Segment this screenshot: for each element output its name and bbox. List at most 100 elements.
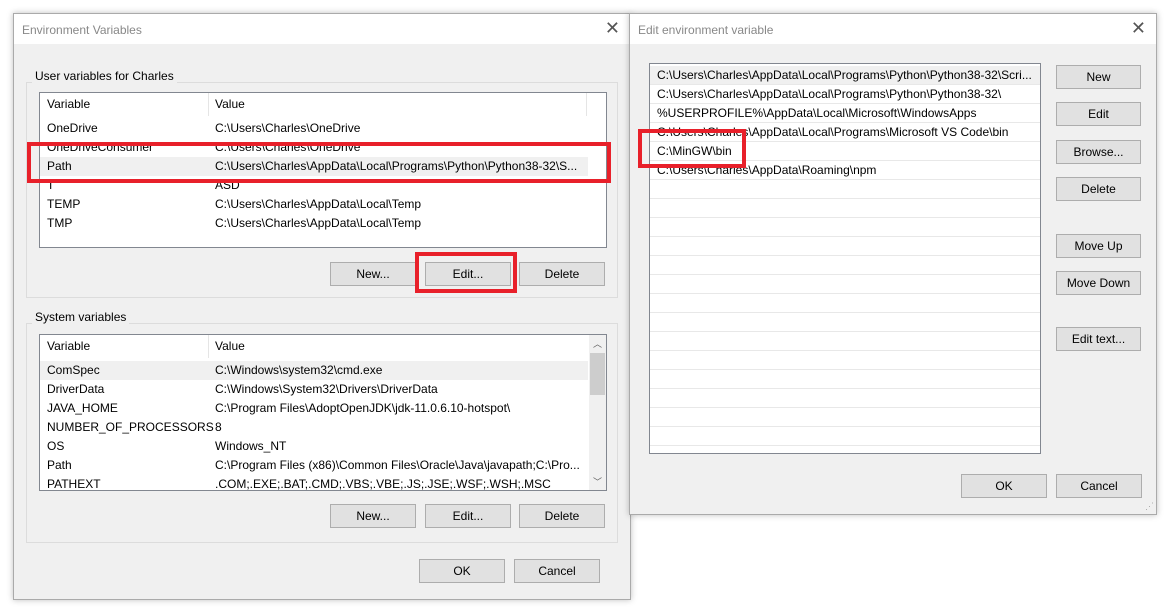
new-button[interactable]: New bbox=[1056, 65, 1141, 89]
variable-value: C:\Users\Charles\OneDrive bbox=[215, 140, 361, 154]
list-item[interactable]: C:\MinGW\bin bbox=[650, 142, 1040, 161]
variable-value: C:\Program Files\AdoptOpenJDK\jdk-11.0.6… bbox=[215, 401, 511, 415]
list-header: Variable Value bbox=[40, 93, 606, 116]
system-new-button[interactable]: New... bbox=[330, 504, 416, 528]
table-row[interactable]: PATHEXT .COM;.EXE;.BAT;.CMD;.VBS;.VBE;.JS… bbox=[40, 475, 588, 491]
empty-list-row[interactable] bbox=[650, 218, 1040, 237]
ok-button[interactable]: OK bbox=[961, 474, 1047, 498]
scroll-up-icon[interactable]: ︿ bbox=[593, 337, 602, 350]
list-item[interactable]: C:\Users\Charles\AppData\Local\Programs\… bbox=[650, 85, 1040, 104]
variable-name: TMP bbox=[47, 216, 73, 230]
empty-list-row[interactable] bbox=[650, 199, 1040, 218]
empty-list-row[interactable] bbox=[650, 180, 1040, 199]
scrollbar-thumb[interactable] bbox=[590, 353, 605, 395]
variable-name: ComSpec bbox=[47, 363, 100, 377]
cancel-button[interactable]: Cancel bbox=[514, 559, 600, 583]
variable-name: T bbox=[47, 178, 55, 192]
column-header-value[interactable]: Value bbox=[215, 339, 245, 353]
scroll-down-icon[interactable]: ﹀ bbox=[593, 475, 602, 488]
variable-name: Path bbox=[47, 159, 72, 173]
table-row[interactable]: TEMP C:\Users\Charles\AppData\Local\Temp bbox=[40, 195, 588, 214]
variable-value: C:\Users\Charles\AppData\Local\Temp bbox=[215, 216, 422, 230]
user-variables-list[interactable]: Variable Value OneDrive C:\Users\Charles\… bbox=[39, 92, 607, 248]
table-row[interactable]: Path C:\Program Files (x86)\Common Files\… bbox=[40, 456, 588, 475]
dialog-title: Environment Variables bbox=[22, 23, 142, 37]
variable-name: DriverData bbox=[47, 382, 105, 396]
move-up-button[interactable]: Move Up bbox=[1056, 234, 1141, 258]
empty-list-row[interactable] bbox=[650, 294, 1040, 313]
table-row[interactable]: T ASD bbox=[40, 176, 588, 195]
table-row[interactable]: NUMBER_OF_PROCESSORS 8 bbox=[40, 418, 588, 437]
variable-value: C:\Users\Charles\AppData\Local\Programs\… bbox=[215, 159, 578, 173]
resize-grip-icon[interactable]: ⋰ bbox=[1145, 501, 1154, 512]
variable-value: 8 bbox=[215, 420, 222, 434]
list-item[interactable]: %USERPROFILE%\AppData\Local\Microsoft\Wi… bbox=[650, 104, 1040, 123]
column-header-value[interactable]: Value bbox=[215, 97, 245, 111]
empty-list-row[interactable] bbox=[650, 275, 1040, 294]
table-row[interactable]: ComSpec C:\Windows\system32\cmd.exe bbox=[40, 361, 588, 380]
empty-list-row[interactable] bbox=[650, 408, 1040, 427]
system-delete-button[interactable]: Delete bbox=[519, 504, 605, 528]
variable-name: JAVA_HOME bbox=[47, 401, 118, 415]
variable-name: Path bbox=[47, 458, 72, 472]
user-new-button[interactable]: New... bbox=[330, 262, 416, 286]
system-variables-list[interactable]: Variable Value ︿ ﹀ ComSpec C:\Windows\sys… bbox=[39, 334, 607, 491]
empty-list-row[interactable] bbox=[650, 313, 1040, 332]
path-entries-list[interactable]: C:\Users\Charles\AppData\Local\Programs\… bbox=[649, 63, 1041, 454]
table-row[interactable]: TMP C:\Users\Charles\AppData\Local\Temp bbox=[40, 214, 588, 233]
title-bar: Environment Variables ✕ bbox=[14, 14, 630, 44]
user-variables-label: User variables for Charles bbox=[32, 69, 177, 83]
move-down-button[interactable]: Move Down bbox=[1056, 271, 1141, 295]
variable-name: OS bbox=[47, 439, 65, 453]
close-icon[interactable]: ✕ bbox=[605, 18, 620, 39]
cancel-button[interactable]: Cancel bbox=[1056, 474, 1142, 498]
system-edit-button[interactable]: Edit... bbox=[425, 504, 511, 528]
variable-value: C:\Program Files (x86)\Common Files\Orac… bbox=[215, 458, 580, 472]
variable-value: C:\Windows\System32\Drivers\DriverData bbox=[215, 382, 438, 396]
variable-value: C:\Users\Charles\AppData\Local\Temp bbox=[215, 197, 422, 211]
variable-name: NUMBER_OF_PROCESSORS bbox=[47, 420, 214, 434]
list-item[interactable]: C:\Users\Charles\AppData\Roaming\npm bbox=[650, 161, 1040, 180]
table-row[interactable]: OneDrive C:\Users\Charles\OneDrive bbox=[40, 119, 588, 138]
empty-list-row[interactable] bbox=[650, 332, 1040, 351]
edit-button[interactable]: Edit bbox=[1056, 102, 1141, 126]
environment-variables-dialog: Environment Variables ✕ User variables f… bbox=[13, 13, 631, 600]
variable-value: ASD bbox=[215, 178, 240, 192]
user-edit-button[interactable]: Edit... bbox=[425, 262, 511, 286]
empty-list-row[interactable] bbox=[650, 237, 1040, 256]
vertical-scrollbar[interactable]: ︿ ﹀ bbox=[589, 335, 606, 490]
ok-button[interactable]: OK bbox=[419, 559, 505, 583]
table-row[interactable]: Path C:\Users\Charles\AppData\Local\Progr… bbox=[40, 157, 588, 176]
empty-list-row[interactable] bbox=[650, 389, 1040, 408]
variable-name: PATHEXT bbox=[47, 477, 101, 491]
empty-list-row[interactable] bbox=[650, 427, 1040, 446]
user-delete-button[interactable]: Delete bbox=[519, 262, 605, 286]
variable-name: TEMP bbox=[47, 197, 81, 211]
system-variables-label: System variables bbox=[32, 310, 130, 324]
variable-value: C:\Users\Charles\OneDrive bbox=[215, 121, 361, 135]
list-item[interactable]: C:\Users\Charles\AppData\Local\Programs\… bbox=[650, 123, 1040, 142]
edit-text-button[interactable]: Edit text... bbox=[1056, 327, 1141, 351]
close-icon[interactable]: ✕ bbox=[1131, 18, 1146, 39]
variable-name: OneDriveConsumer bbox=[47, 140, 154, 154]
list-header: Variable Value bbox=[40, 335, 606, 358]
column-header-variable[interactable]: Variable bbox=[47, 339, 90, 353]
dialog-title: Edit environment variable bbox=[638, 23, 774, 37]
table-row[interactable]: OS Windows_NT bbox=[40, 437, 588, 456]
column-header-variable[interactable]: Variable bbox=[47, 97, 90, 111]
empty-list-row[interactable] bbox=[650, 256, 1040, 275]
delete-button[interactable]: Delete bbox=[1056, 177, 1141, 201]
table-row[interactable]: DriverData C:\Windows\System32\Drivers\Dr… bbox=[40, 380, 588, 399]
list-item[interactable]: C:\Users\Charles\AppData\Local\Programs\… bbox=[650, 66, 1040, 85]
browse-button[interactable]: Browse... bbox=[1056, 140, 1141, 164]
table-row[interactable]: JAVA_HOME C:\Program Files\AdoptOpenJDK\j… bbox=[40, 399, 588, 418]
table-row[interactable]: OneDriveConsumer C:\Users\Charles\OneDriv… bbox=[40, 138, 588, 157]
empty-list-row[interactable] bbox=[650, 351, 1040, 370]
variable-value: .COM;.EXE;.BAT;.CMD;.VBS;.VBE;.JS;.JSE;.… bbox=[215, 477, 551, 491]
variable-value: Windows_NT bbox=[215, 439, 287, 453]
empty-list-row[interactable] bbox=[650, 370, 1040, 389]
title-bar: Edit environment variable ✕ bbox=[630, 14, 1156, 44]
edit-environment-variable-dialog: Edit environment variable ✕ C:\Users\Cha… bbox=[629, 13, 1157, 515]
variable-name: OneDrive bbox=[47, 121, 98, 135]
variable-value: C:\Windows\system32\cmd.exe bbox=[215, 363, 383, 377]
